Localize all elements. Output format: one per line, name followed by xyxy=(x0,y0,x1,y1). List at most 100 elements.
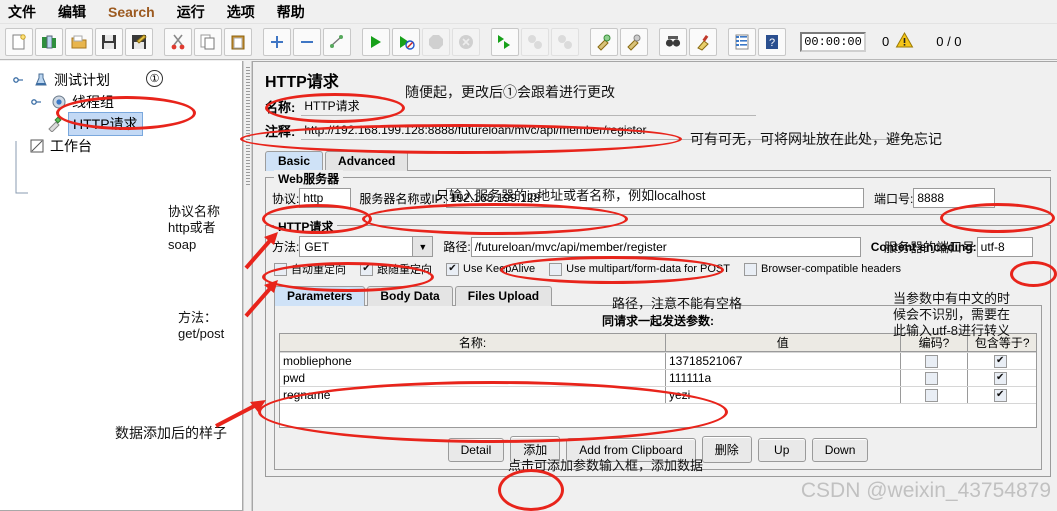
collapse-icon[interactable] xyxy=(293,27,321,56)
save-as-icon[interactable] xyxy=(125,27,153,56)
new-icon[interactable] xyxy=(5,27,33,56)
warning-indicator[interactable]: 0 xyxy=(882,31,914,52)
up-button[interactable]: Up xyxy=(757,437,806,462)
start-no-pause-icon[interactable] xyxy=(392,27,420,56)
down-button[interactable]: Down xyxy=(811,437,869,462)
start-icon[interactable] xyxy=(362,27,390,56)
table-row[interactable]: regname yezi xyxy=(280,386,1036,403)
menu-item-options[interactable]: 选项 xyxy=(227,2,255,22)
checkbox-box[interactable] xyxy=(549,262,563,276)
annotation-host-note: 只输入服务器的ip地址或者名称，例如localhost xyxy=(436,188,706,203)
table-row[interactable]: pwd 111111a xyxy=(280,369,1036,386)
test-plan-tree[interactable]: 测试计划 线程组 HTTP请求 工作台 xyxy=(0,61,243,511)
menu-item-edit[interactable]: 编辑 xyxy=(58,2,86,22)
toggle-icon[interactable] xyxy=(323,27,351,56)
table-row-empty[interactable] xyxy=(280,403,1036,427)
checkbox-label: Browser-compatible headers xyxy=(760,263,901,275)
content-encoding-input[interactable]: utf-8 xyxy=(976,236,1033,257)
checkbox-box[interactable] xyxy=(993,388,1007,402)
help-icon[interactable]: ? xyxy=(758,27,786,56)
open-icon[interactable] xyxy=(65,27,93,56)
reset-search-icon[interactable] xyxy=(689,27,717,56)
search-icon[interactable] xyxy=(659,27,687,56)
save-icon[interactable] xyxy=(95,27,123,56)
checkbox-box[interactable] xyxy=(925,354,939,368)
annotation-add-note: 点击可添加参数输入框，添加数据 xyxy=(508,458,704,473)
host-label: 服务器名称或IP: xyxy=(359,191,447,206)
cell-name[interactable]: pwd xyxy=(280,370,666,386)
checkbox-auto-redirect[interactable]: 自动重定向 xyxy=(274,261,346,277)
checkbox-box[interactable] xyxy=(446,262,459,276)
annotation-path-note: 路径，注意不能有空格 xyxy=(612,296,743,311)
web-server-group-title: Web服务器 xyxy=(274,170,344,187)
column-header-value: 值 xyxy=(666,334,901,351)
table-row[interactable]: mobliephone 13718521067 xyxy=(280,352,1036,369)
cell-name[interactable]: mobliephone xyxy=(280,353,666,369)
port-input[interactable]: 8888 xyxy=(913,188,996,208)
checkbox-use-multipart[interactable]: Use multipart/form-data for POST xyxy=(549,262,730,276)
svg-text:?: ? xyxy=(769,37,775,49)
active-threads-count: 0 / 0 xyxy=(936,34,962,49)
cell-value[interactable]: 13718521067 xyxy=(666,353,901,369)
clear-all-icon[interactable] xyxy=(620,27,648,56)
remote-start-icon[interactable] xyxy=(491,27,519,56)
name-label: 名称: xyxy=(265,99,296,115)
paste-icon[interactable] xyxy=(224,27,252,56)
checkbox-box[interactable] xyxy=(925,388,939,402)
copy-icon[interactable] xyxy=(194,27,222,56)
cell-value[interactable]: 111111a xyxy=(666,370,901,386)
remote-stop-icon xyxy=(521,27,549,56)
tab-advanced[interactable]: Advanced xyxy=(325,151,409,171)
watermark: CSDN @weixin_43754879 xyxy=(800,479,1051,502)
http-request-editor: HTTP请求 名称: HTTP请求 注释: http://192.168.199… xyxy=(252,61,1057,511)
menu-bar: 文件 编辑 Search 运行 选项 帮助 xyxy=(0,0,1057,24)
delete-button[interactable]: 删除 xyxy=(701,436,752,463)
annotation-method-note: 方法： get/post xyxy=(178,310,225,342)
annotation-arrow-table xyxy=(215,400,266,428)
cell-encode[interactable] xyxy=(901,370,969,386)
basic-advanced-tabstrip: Basic Advanced xyxy=(253,148,1057,171)
cut-icon[interactable] xyxy=(164,27,192,56)
cell-include-equals[interactable] xyxy=(968,387,1036,403)
cell-include-equals[interactable] xyxy=(968,353,1036,369)
annotation-table-note: 数据添加后的样子 xyxy=(115,425,227,441)
cell-include-equals[interactable] xyxy=(968,370,1036,386)
method-select[interactable]: GET ▼ xyxy=(299,236,434,257)
expand-icon[interactable] xyxy=(263,27,291,56)
cell-name[interactable]: regname xyxy=(280,387,666,403)
checkbox-label: Use KeepAlive xyxy=(463,263,536,275)
tab-files-upload[interactable]: Files Upload xyxy=(454,286,553,306)
protocol-label: 协议: xyxy=(272,191,300,206)
parameters-table[interactable]: 名称: 值 编码? 包含等于? mobliephone 13718521067 xyxy=(279,333,1037,428)
annotation-protocol-note: 协议名称 http或者 soap xyxy=(168,204,221,252)
path-input[interactable]: /futureloan/mvc/api/member/register xyxy=(470,236,861,257)
cell-encode[interactable] xyxy=(901,387,969,403)
toolbar: ? 00:00:00 0 0 / 0 xyxy=(0,24,1057,60)
detail-button[interactable]: Detail xyxy=(447,437,505,462)
clear-icon[interactable] xyxy=(590,27,618,56)
cell-value[interactable]: yezi xyxy=(666,387,901,403)
templates-icon[interactable] xyxy=(35,27,63,56)
cell-encode[interactable] xyxy=(901,353,969,369)
checkbox-follow-redirect[interactable]: 跟随重定向 xyxy=(360,261,432,277)
port-label: 端口号: xyxy=(874,191,914,206)
checkbox-box[interactable] xyxy=(360,262,373,276)
tab-basic[interactable]: Basic xyxy=(265,151,324,171)
tab-parameters[interactable]: Parameters xyxy=(274,286,366,306)
menu-item-help[interactable]: 帮助 xyxy=(277,2,305,22)
checkbox-box[interactable] xyxy=(743,262,757,276)
tree-connector-lines xyxy=(15,141,28,194)
protocol-input[interactable]: http xyxy=(299,188,352,208)
checkbox-box[interactable] xyxy=(925,371,939,385)
checkbox-box[interactable] xyxy=(993,371,1007,385)
chevron-down-icon[interactable]: ▼ xyxy=(412,237,433,256)
checkbox-use-keepalive[interactable]: Use KeepAlive xyxy=(446,262,536,276)
remote-shutdown-icon xyxy=(551,27,579,56)
checkbox-browser-compatible-headers[interactable]: Browser-compatible headers xyxy=(743,262,901,276)
menu-item-run[interactable]: 运行 xyxy=(177,2,205,22)
checkbox-box[interactable] xyxy=(993,354,1007,368)
tab-body-data[interactable]: Body Data xyxy=(367,286,453,306)
menu-item-search[interactable]: Search xyxy=(108,4,155,20)
function-helper-icon[interactable] xyxy=(728,27,756,56)
menu-item-file[interactable]: 文件 xyxy=(8,2,36,22)
